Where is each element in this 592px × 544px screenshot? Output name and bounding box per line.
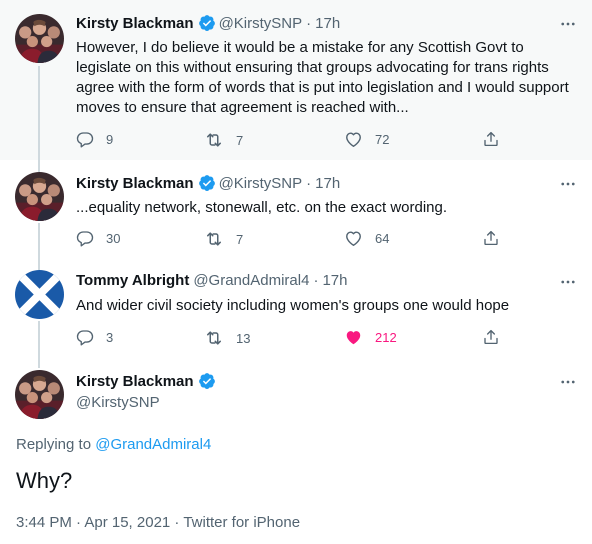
retweet-icon xyxy=(204,229,224,249)
retweet-count: 7 xyxy=(236,231,244,247)
thread-line xyxy=(38,160,40,172)
reply-count: 30 xyxy=(106,230,121,246)
reply-icon xyxy=(76,130,94,148)
retweet-count: 13 xyxy=(236,330,251,346)
timestamp[interactable]: 17h xyxy=(322,272,347,289)
like-button[interactable]: 64 xyxy=(344,229,389,248)
reply-count: 9 xyxy=(106,131,114,147)
verified-badge-icon xyxy=(198,14,216,32)
thread-line xyxy=(38,358,40,368)
display-name[interactable]: Kirsty Blackman xyxy=(76,15,194,32)
reply-button[interactable]: 3 xyxy=(76,328,113,346)
action-bar: 3 13 212 xyxy=(76,328,516,348)
separator-dot: · xyxy=(313,272,319,289)
reply-count: 3 xyxy=(106,329,114,345)
more-icon xyxy=(559,273,577,291)
tweet-meta[interactable]: 3:44 PM · Apr 15, 2021 · Twitter for iPh… xyxy=(16,514,300,531)
tweet-header: Kirsty Blackman @KirstySNP · 17h xyxy=(76,174,340,192)
group-photo-icon xyxy=(15,14,64,63)
share-button[interactable] xyxy=(482,328,500,346)
retweet-button[interactable]: 7 xyxy=(204,229,243,249)
tweet-header: Tommy Albright @GrandAdmiral4 · 17h xyxy=(76,272,347,289)
timestamp[interactable]: 17h xyxy=(315,15,340,32)
tweet-2[interactable]: Kirsty Blackman @KirstySNP · 17h ...equa… xyxy=(0,160,592,258)
tweet-text: And wider civil society including women'… xyxy=(76,297,510,314)
share-button[interactable] xyxy=(482,229,500,247)
like-button[interactable]: 212 xyxy=(344,328,397,347)
display-name-row: Kirsty Blackman xyxy=(76,372,216,390)
like-icon xyxy=(344,130,363,149)
user-handle[interactable]: @KirstySNP xyxy=(76,394,160,411)
avatar[interactable] xyxy=(15,172,64,221)
thread-line xyxy=(38,66,40,160)
more-button[interactable] xyxy=(558,174,578,194)
avatar[interactable] xyxy=(15,370,64,419)
more-button[interactable] xyxy=(558,14,578,34)
tweet-text: ...equality network, stonewall, etc. on … xyxy=(76,199,448,216)
avatar[interactable] xyxy=(15,270,64,319)
tweet-header: Kirsty Blackman @KirstySNP · 17h xyxy=(76,14,340,32)
display-name[interactable]: Kirsty Blackman xyxy=(76,175,194,192)
group-photo-icon xyxy=(15,172,64,221)
verified-badge-icon xyxy=(198,372,216,390)
user-handle[interactable]: @KirstySNP xyxy=(219,175,303,192)
share-button[interactable] xyxy=(482,130,500,148)
retweet-icon xyxy=(204,328,224,348)
thread-line xyxy=(38,223,40,258)
retweet-button[interactable]: 7 xyxy=(204,130,243,150)
group-photo-icon xyxy=(15,370,64,419)
more-button[interactable] xyxy=(558,372,578,392)
share-icon xyxy=(482,328,500,346)
share-icon xyxy=(482,229,500,247)
like-count: 212 xyxy=(375,330,397,345)
timestamp[interactable]: 17h xyxy=(315,175,340,192)
more-icon xyxy=(559,175,577,193)
reply-button[interactable]: 9 xyxy=(76,130,113,148)
separator-dot: · xyxy=(306,14,312,32)
focused-tweet: Kirsty Blackman @KirstySNP Replying to @… xyxy=(0,358,592,544)
reply-icon xyxy=(76,229,94,247)
like-count: 64 xyxy=(375,231,390,246)
user-handle[interactable]: @GrandAdmiral4 xyxy=(193,272,309,289)
like-icon xyxy=(344,229,363,248)
more-icon xyxy=(559,15,577,33)
tweet-3[interactable]: Tommy Albright @GrandAdmiral4 · 17h And … xyxy=(0,258,592,358)
tweet-text: Why? xyxy=(16,468,73,493)
retweet-icon xyxy=(204,130,224,150)
retweet-button[interactable]: 13 xyxy=(204,328,250,348)
more-button[interactable] xyxy=(558,272,578,292)
thread-line xyxy=(38,258,40,270)
reply-button[interactable]: 30 xyxy=(76,229,120,247)
share-icon xyxy=(482,130,500,148)
display-name[interactable]: Kirsty Blackman xyxy=(76,373,194,390)
avatar[interactable] xyxy=(15,14,64,63)
thread-line xyxy=(38,321,40,358)
verified-badge-icon xyxy=(198,174,216,192)
separator-dot: · xyxy=(306,174,312,192)
reply-icon xyxy=(76,328,94,346)
replying-prefix: Replying to xyxy=(16,436,96,453)
action-bar: 9 7 72 xyxy=(76,130,516,150)
display-name[interactable]: Tommy Albright xyxy=(76,272,189,289)
like-button[interactable]: 72 xyxy=(344,130,389,149)
retweet-count: 7 xyxy=(236,132,244,148)
replying-to-link[interactable]: @GrandAdmiral4 xyxy=(95,436,211,453)
like-count: 72 xyxy=(375,132,390,147)
replying-to: Replying to @GrandAdmiral4 xyxy=(16,436,211,453)
like-filled-icon xyxy=(344,328,363,347)
user-handle[interactable]: @KirstySNP xyxy=(219,15,303,32)
more-icon xyxy=(559,373,577,391)
tweet-1[interactable]: Kirsty Blackman @KirstySNP · 17h However… xyxy=(0,0,592,160)
tweet-text: However, I do believe it would be a mist… xyxy=(76,39,569,116)
saltire-flag-icon xyxy=(15,270,64,319)
action-bar: 30 7 64 xyxy=(76,229,516,249)
